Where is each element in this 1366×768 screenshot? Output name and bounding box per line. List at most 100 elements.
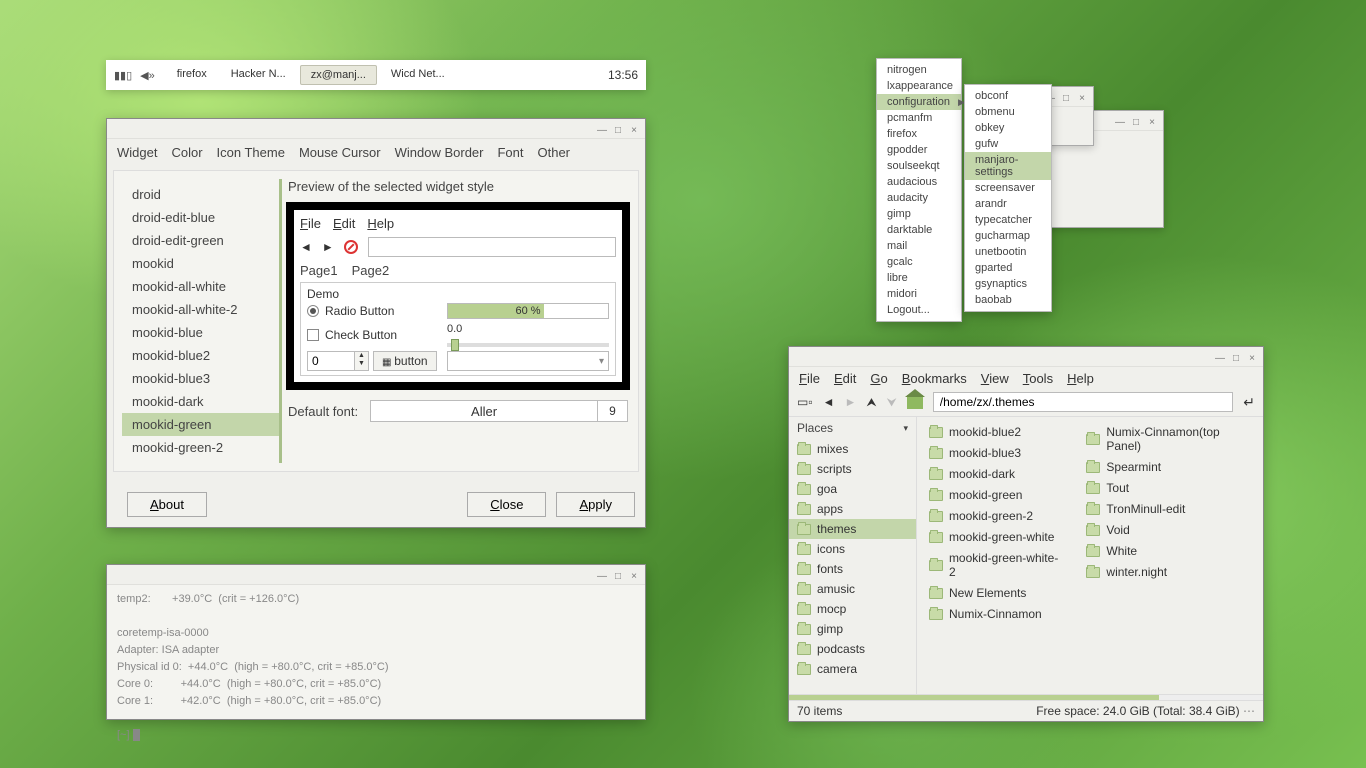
menu-item[interactable]: typecatcher bbox=[965, 212, 1051, 228]
file-item[interactable]: Tout bbox=[1084, 479, 1259, 497]
file-item[interactable]: Numix-Cinnamon(top Panel) bbox=[1084, 423, 1259, 455]
places-item[interactable]: podcasts bbox=[789, 639, 916, 659]
category-tab[interactable]: Window Border bbox=[395, 145, 484, 160]
places-item[interactable]: fonts bbox=[789, 559, 916, 579]
places-header[interactable]: Places▾ bbox=[789, 417, 916, 439]
menu-item[interactable]: firefox bbox=[877, 126, 961, 142]
preview-tab[interactable]: Page2 bbox=[352, 263, 390, 278]
file-item[interactable]: winter.night bbox=[1084, 563, 1259, 581]
forward-icon[interactable]: ► bbox=[322, 240, 334, 254]
menu-item[interactable]: arandr bbox=[965, 196, 1051, 212]
close-button[interactable]: Close bbox=[467, 492, 546, 517]
places-item[interactable]: amusic bbox=[789, 579, 916, 599]
minimize-icon[interactable]: — bbox=[597, 571, 607, 582]
taskbar-item[interactable]: Hacker N... bbox=[221, 65, 296, 85]
minimize-icon[interactable]: — bbox=[597, 125, 607, 136]
menu-item[interactable]: baobab bbox=[965, 292, 1051, 308]
menu-item[interactable]: screensaver bbox=[965, 180, 1051, 196]
path-entry[interactable] bbox=[933, 392, 1233, 412]
file-item[interactable]: White bbox=[1084, 542, 1259, 560]
preview-menu-item[interactable]: Help bbox=[367, 216, 394, 231]
file-item[interactable]: mookid-green-white-2 bbox=[927, 549, 1066, 581]
file-item[interactable]: TronMinull-edit bbox=[1084, 500, 1259, 518]
close-icon[interactable]: × bbox=[629, 125, 639, 136]
category-tab[interactable]: Icon Theme bbox=[217, 145, 285, 160]
menu-item[interactable]: File bbox=[799, 371, 820, 386]
menu-item[interactable]: obconf bbox=[965, 88, 1051, 104]
theme-list-item[interactable]: mookid-green-2 bbox=[122, 436, 279, 459]
down-icon[interactable]: ⮟ bbox=[887, 395, 897, 410]
menu-item[interactable]: mail bbox=[877, 238, 961, 254]
preview-tab[interactable]: Page1 bbox=[300, 263, 338, 278]
maximize-icon[interactable]: □ bbox=[1231, 353, 1241, 364]
back-icon[interactable]: ◄ bbox=[300, 240, 312, 254]
menu-item[interactable]: Tools bbox=[1023, 371, 1053, 386]
menu-item[interactable]: Go bbox=[870, 371, 887, 386]
file-item[interactable]: Numix-Cinnamon bbox=[927, 605, 1066, 623]
places-item[interactable]: goa bbox=[789, 479, 916, 499]
category-tab[interactable]: Mouse Cursor bbox=[299, 145, 381, 160]
titlebar[interactable]: —□× bbox=[789, 347, 1263, 367]
about-button[interactable]: About bbox=[127, 492, 207, 517]
preview-entry[interactable] bbox=[368, 237, 616, 257]
places-item[interactable]: gimp bbox=[789, 619, 916, 639]
category-tab[interactable]: Other bbox=[538, 145, 571, 160]
theme-list-item[interactable]: mookid-blue2 bbox=[122, 344, 279, 367]
close-icon[interactable]: × bbox=[1147, 117, 1157, 128]
combo-box[interactable]: ▾ bbox=[447, 351, 609, 371]
category-tab[interactable]: Color bbox=[171, 145, 202, 160]
check-button[interactable]: Check Button bbox=[307, 328, 437, 342]
places-item[interactable]: themes bbox=[789, 519, 916, 539]
maximize-icon[interactable]: □ bbox=[1131, 117, 1141, 128]
places-item[interactable]: scripts bbox=[789, 459, 916, 479]
menu-item[interactable]: gimp bbox=[877, 206, 961, 222]
category-tab[interactable]: Widget bbox=[117, 145, 157, 160]
file-item[interactable]: mookid-green-white bbox=[927, 528, 1066, 546]
preview-button[interactable]: ▦ button bbox=[373, 351, 437, 371]
file-item[interactable]: mookid-blue2 bbox=[927, 423, 1066, 441]
maximize-icon[interactable]: □ bbox=[613, 125, 623, 136]
places-item[interactable]: apps bbox=[789, 499, 916, 519]
theme-list-item[interactable]: droid bbox=[122, 183, 279, 206]
menu-item[interactable]: View bbox=[981, 371, 1009, 386]
menu-item[interactable]: Help bbox=[1067, 371, 1094, 386]
file-item[interactable]: mookid-blue3 bbox=[927, 444, 1066, 462]
close-icon[interactable]: × bbox=[629, 571, 639, 582]
close-icon[interactable]: × bbox=[1077, 93, 1087, 104]
titlebar[interactable]: — □ × bbox=[107, 565, 645, 585]
file-item[interactable]: Spearmint bbox=[1084, 458, 1259, 476]
menu-item[interactable]: gcalc bbox=[877, 254, 961, 270]
menu-item[interactable]: gsynaptics bbox=[965, 276, 1051, 292]
theme-list-item[interactable]: mookid-all-white-2 bbox=[122, 298, 279, 321]
menu-item[interactable]: gucharmap bbox=[965, 228, 1051, 244]
places-item[interactable]: mixes bbox=[789, 439, 916, 459]
terminal-output[interactable]: temp2: +39.0°C (crit = +126.0°C) coretem… bbox=[107, 585, 645, 749]
menu-item[interactable]: libre bbox=[877, 270, 961, 286]
category-tab[interactable]: Font bbox=[497, 145, 523, 160]
menu-item[interactable]: audacious bbox=[877, 174, 961, 190]
slider[interactable] bbox=[447, 343, 609, 347]
menu-item[interactable]: manjaro-settings bbox=[965, 152, 1051, 180]
theme-list-item[interactable]: droid-edit-blue bbox=[122, 206, 279, 229]
file-item[interactable]: Void bbox=[1084, 521, 1259, 539]
file-item[interactable]: mookid-dark bbox=[927, 465, 1066, 483]
taskbar-item[interactable]: Wicd Net... bbox=[381, 65, 455, 85]
menu-item[interactable]: darktable bbox=[877, 222, 961, 238]
menu-item[interactable]: pcmanfm bbox=[877, 110, 961, 126]
theme-list-item[interactable]: mookid-blue bbox=[122, 321, 279, 344]
horizontal-scrollbar[interactable] bbox=[789, 694, 1263, 700]
taskbar-item[interactable]: zx@manj... bbox=[300, 65, 377, 85]
new-tab-icon[interactable]: ▭▫ bbox=[797, 395, 813, 409]
menu-item[interactable]: Logout... bbox=[877, 302, 961, 318]
forward-icon[interactable]: ► bbox=[844, 395, 856, 409]
go-icon[interactable]: ↵ bbox=[1243, 394, 1255, 411]
up-icon[interactable]: ⮝ bbox=[866, 395, 876, 410]
back-icon[interactable]: ◄ bbox=[823, 395, 835, 409]
file-item[interactable]: mookid-green-2 bbox=[927, 507, 1066, 525]
menu-item[interactable]: soulseekqt bbox=[877, 158, 961, 174]
stop-icon[interactable] bbox=[344, 240, 358, 254]
maximize-icon[interactable]: □ bbox=[613, 571, 623, 582]
apply-button[interactable]: Apply bbox=[556, 492, 635, 517]
theme-list-item[interactable]: mookid-green bbox=[122, 413, 279, 436]
menu-item[interactable]: unetbootin bbox=[965, 244, 1051, 260]
